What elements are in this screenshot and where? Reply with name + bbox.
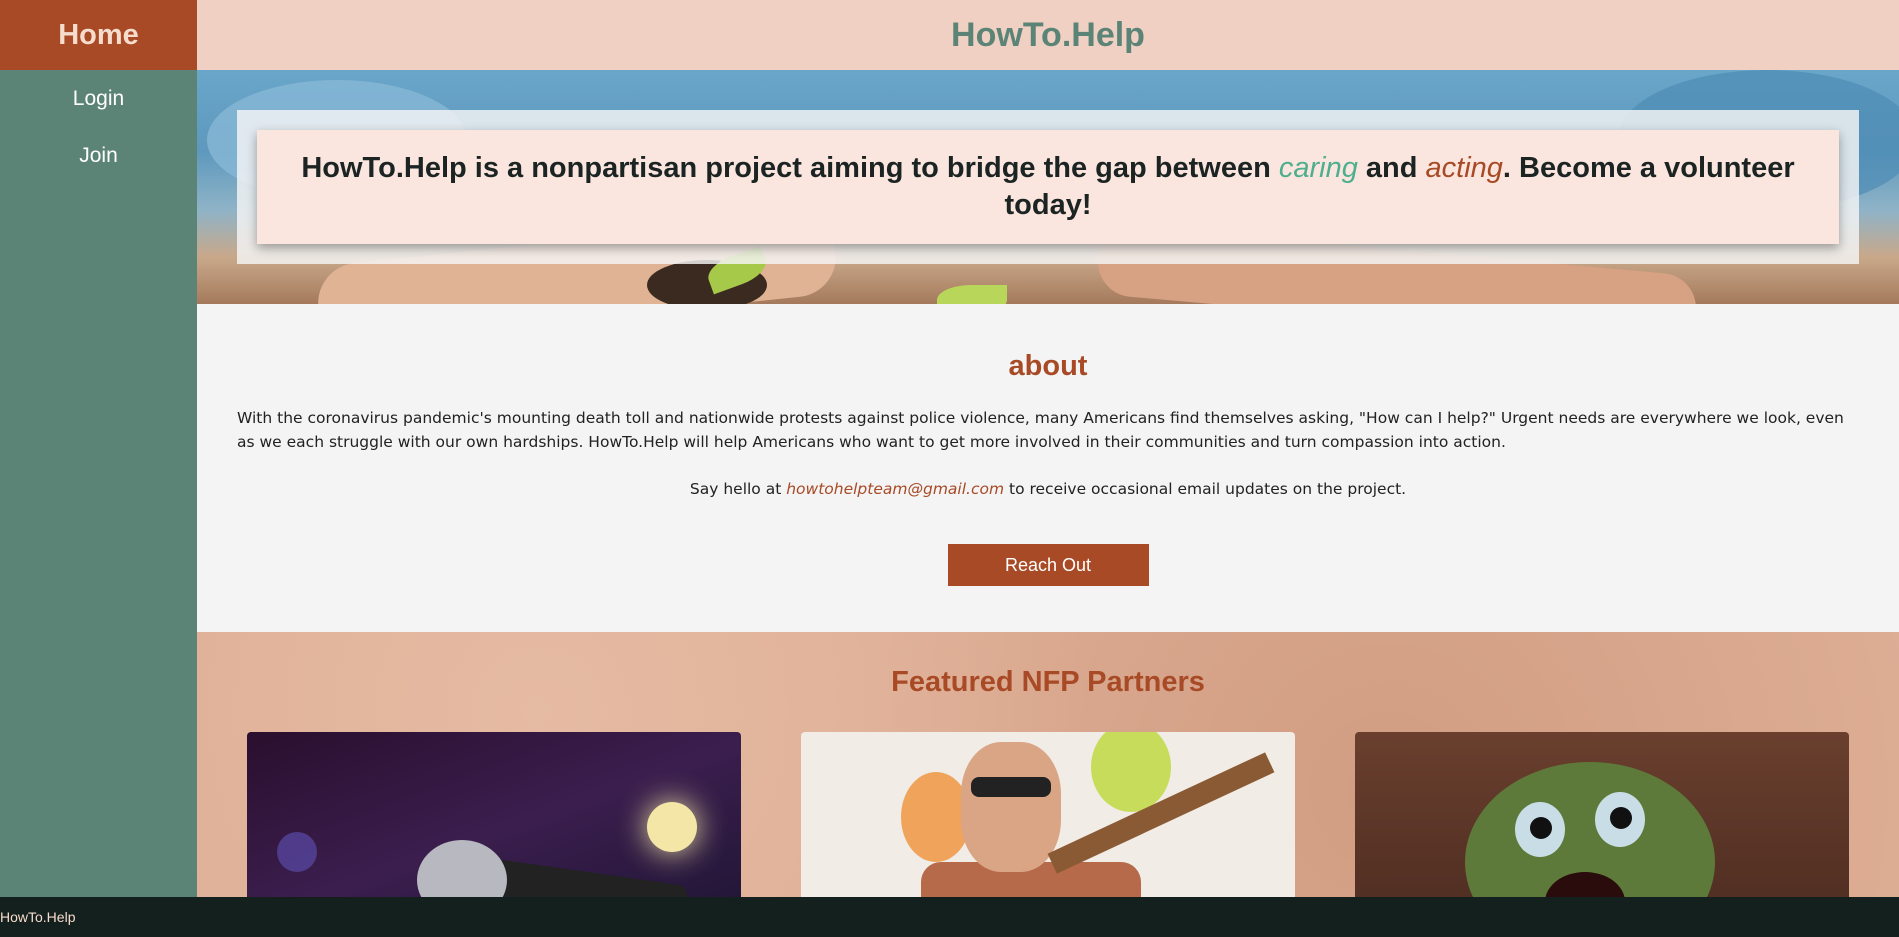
partner-card-microphone[interactable] [247,732,741,897]
microphone-handle [485,858,689,897]
sidebar: Home Login Join [0,0,197,897]
partners-heading: Featured NFP Partners [891,666,1205,698]
stage-light [647,802,697,852]
footer: HowTo.Help [0,897,1899,937]
puppet-pupil [1610,807,1632,829]
footer-text: HowTo.Help [0,909,76,925]
hero-banner: HowTo.Help is a nonpartisan project aimi… [197,70,1899,304]
contact-line: Say hello at howtohelpteam@gmail.com to … [237,480,1859,498]
puppet-pupil [1530,817,1552,839]
reach-out-button[interactable]: Reach Out [947,544,1149,586]
partner-card-oscar[interactable] [1355,732,1849,897]
contact-prefix: Say hello at [689,480,787,498]
tagline-text-before: HowTo.Help is a nonpartisan project aimi… [301,152,1279,184]
contact-email-link[interactable]: howtohelpteam@gmail.com [786,480,1004,498]
tagline-word-caring: caring [1278,152,1358,184]
about-section: about With the coronavirus pandemic's mo… [197,304,1899,632]
hero-image-leaf [937,285,1007,304]
hero-tagline: HowTo.Help is a nonpartisan project aimi… [297,150,1799,224]
partner-card-guitarist[interactable] [801,732,1295,897]
hero-tagline-card: HowTo.Help is a nonpartisan project aimi… [257,130,1839,244]
guitarist-face [961,742,1061,872]
tagline-text-and: and [1357,152,1426,184]
balloon [1091,732,1171,812]
tagline-word-acting: acting [1425,152,1503,184]
sidebar-item-home[interactable]: Home [0,0,197,70]
about-heading: about [1008,350,1088,382]
site-title[interactable]: HowTo.Help [951,16,1145,54]
top-header: HowTo.Help [197,0,1899,70]
microphone-icon [417,840,507,897]
sunglasses [971,777,1051,797]
about-description: With the coronavirus pandemic's mounting… [237,409,1844,451]
reach-out-wrapper: Reach Out [237,544,1859,586]
main-content: HowTo.Help HowTo.Help is a nonpartisan p… [197,0,1899,897]
contact-suffix: to receive occasional email updates on t… [1004,480,1407,498]
stage-light [277,832,317,872]
sidebar-item-login[interactable]: Login [0,70,197,127]
sidebar-item-join[interactable]: Join [0,127,197,184]
partners-section: Featured NFP Partners [197,632,1899,897]
